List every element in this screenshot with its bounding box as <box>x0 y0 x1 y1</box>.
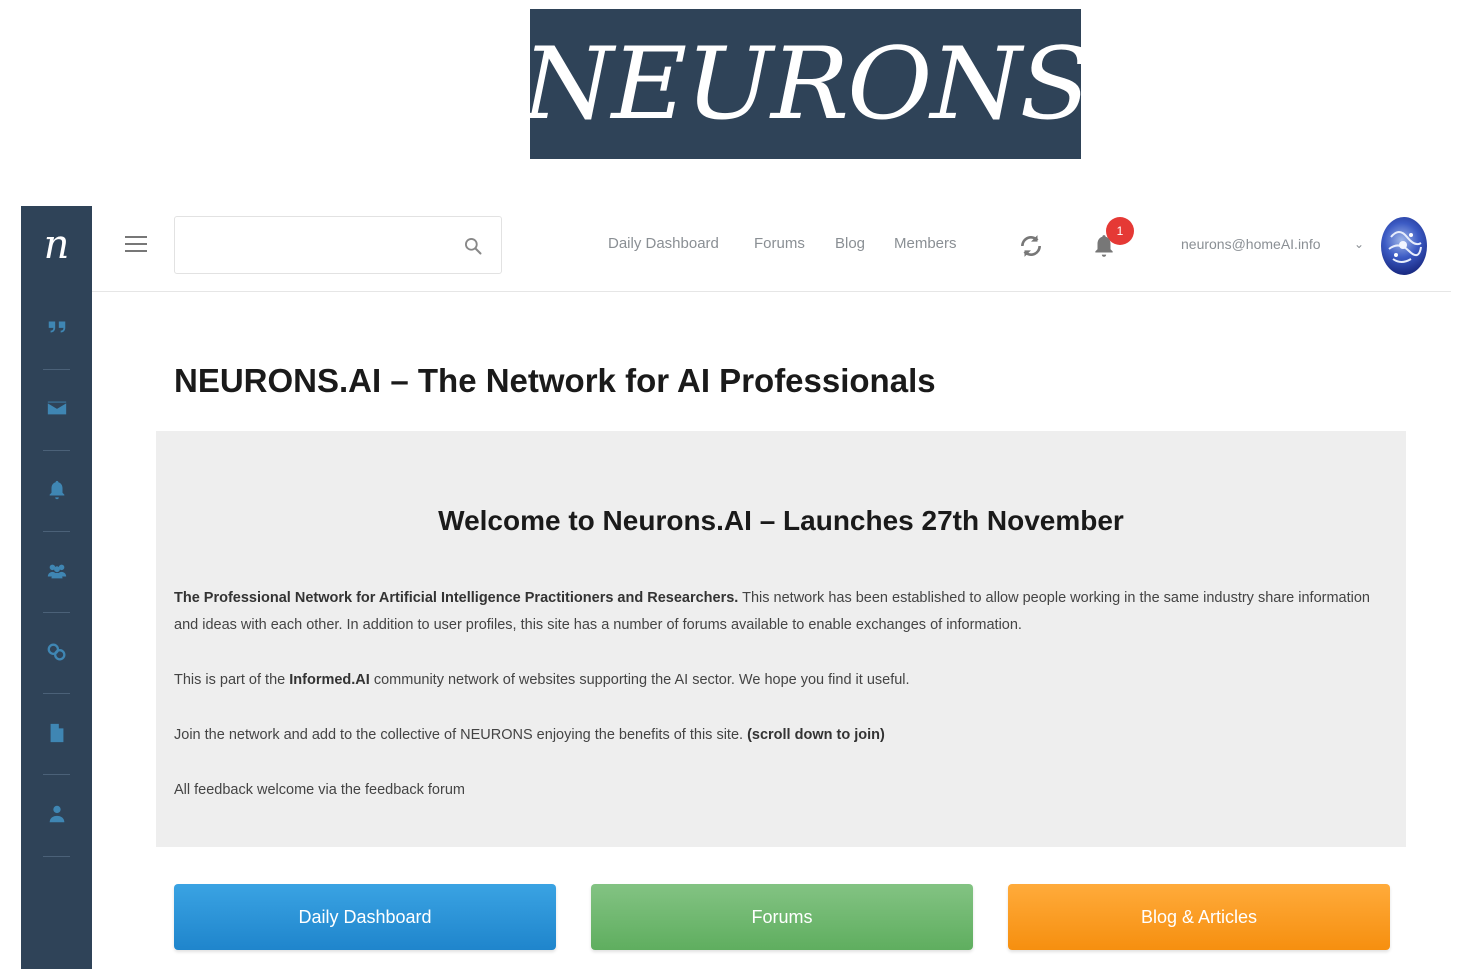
sidebar-item-groups[interactable] <box>21 541 92 601</box>
bell-icon[interactable] <box>1091 233 1117 259</box>
quote-icon <box>48 321 65 333</box>
sidebar-item-quotes[interactable] <box>21 297 92 357</box>
nav-daily-dashboard[interactable]: Daily Dashboard <box>608 235 719 252</box>
community-paragraph: This is part of the Informed.AI communit… <box>174 667 1374 694</box>
bell-icon <box>49 480 64 500</box>
intro-bold: The Professional Network for Artificial … <box>174 590 739 606</box>
sidebar-divider <box>43 450 70 451</box>
sidebar-divider <box>43 774 70 775</box>
search-input[interactable] <box>185 225 445 265</box>
search-icon[interactable] <box>463 236 483 256</box>
join-paragraph: Join the network and add to the collecti… <box>174 722 1374 749</box>
page-title: NEURONS.AI – The Network for AI Professi… <box>174 362 936 399</box>
sidebar-item-documents[interactable] <box>21 703 92 763</box>
sidebar-item-notifications[interactable] <box>21 460 92 520</box>
sidebar-divider <box>43 612 70 613</box>
sidebar-divider <box>43 531 70 532</box>
community-text: This is part of the <box>174 672 290 688</box>
forums-button[interactable]: Forums <box>591 884 973 950</box>
avatar[interactable] <box>1381 217 1427 275</box>
menu-toggle-icon[interactable] <box>125 236 147 256</box>
avatar-pattern <box>1388 231 1422 263</box>
envelope-icon <box>47 401 66 415</box>
nav-members[interactable]: Members <box>894 235 957 252</box>
share-icon <box>47 643 65 661</box>
intro-paragraph: The Professional Network for Artificial … <box>174 585 1374 639</box>
sidebar-item-messages[interactable] <box>21 378 92 438</box>
app-window: n Daily Dashboard Forums Blog Members 1 … <box>21 206 1451 969</box>
join-text: Join the network and add to the collecti… <box>174 727 748 743</box>
scroll-hint: (scroll down to join) <box>747 727 885 743</box>
welcome-panel: Welcome to Neurons.AI – Launches 27th No… <box>156 431 1406 847</box>
sidebar: n <box>21 206 92 969</box>
refresh-icon[interactable] <box>1018 233 1044 259</box>
logo-text: NEURONS <box>522 26 1090 142</box>
document-icon <box>50 723 63 743</box>
user-icon <box>49 805 64 823</box>
sidebar-divider <box>43 369 70 370</box>
users-icon <box>47 564 66 579</box>
sidebar-item-network[interactable] <box>21 622 92 682</box>
nav-forums[interactable]: Forums <box>754 235 805 252</box>
neurons-logo-banner: NEURONS <box>522 9 1091 159</box>
top-bar: Daily Dashboard Forums Blog Members 1 ne… <box>92 206 1451 292</box>
user-email[interactable]: neurons@homeAI.info <box>1181 236 1321 252</box>
nav-blog[interactable]: Blog <box>835 235 865 252</box>
sidebar-divider <box>43 693 70 694</box>
daily-dashboard-button[interactable]: Daily Dashboard <box>174 884 556 950</box>
blog-articles-button[interactable]: Blog & Articles <box>1008 884 1390 950</box>
sidebar-item-profile[interactable] <box>21 784 92 844</box>
sidebar-divider <box>43 856 70 857</box>
chevron-down-icon[interactable]: ⌄ <box>1354 237 1364 251</box>
feedback-paragraph: All feedback welcome via the feedback fo… <box>174 782 465 798</box>
informed-ai-link[interactable]: Informed.AI <box>289 672 370 688</box>
sidebar-logo[interactable]: n <box>21 206 92 284</box>
search-box <box>174 216 502 274</box>
welcome-heading: Welcome to Neurons.AI – Launches 27th No… <box>438 505 1124 536</box>
community-text-end: community network of websites supporting… <box>369 672 910 688</box>
